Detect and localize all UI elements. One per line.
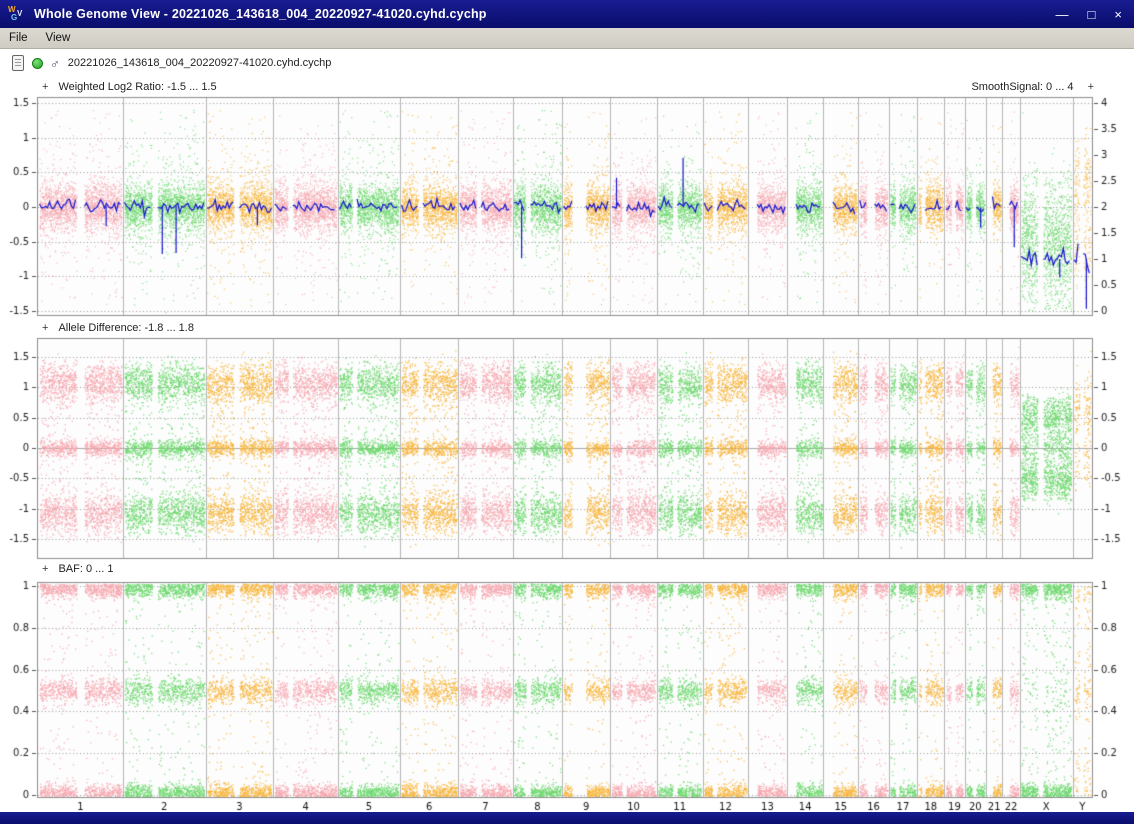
panel-title-log2: Weighted Log2 Ratio: -1.5 ... 1.5 (58, 81, 216, 93)
whole-genome-view-window: { "window": { "title": "Whole Genome Vie… (0, 0, 1134, 824)
title-bar: WGV Whole Genome View - 20221026_143618_… (0, 0, 1134, 28)
minimize-button[interactable]: — (1056, 8, 1069, 21)
panel-header-log2: + Weighted Log2 Ratio: -1.5 ... 1.5 Smoo… (38, 80, 1098, 94)
menu-file[interactable]: File (0, 30, 37, 46)
window-title: Whole Genome View - 20221026_143618_004_… (34, 7, 487, 21)
expand-log2-button[interactable]: + (38, 81, 52, 93)
expand-baf-button[interactable]: + (38, 563, 52, 575)
expand-smoothsignal-button[interactable]: + (1084, 81, 1098, 93)
panel-title-baf: BAF: 0 ... 1 (58, 563, 113, 575)
allele-difference-plot[interactable] (0, 336, 1134, 562)
maximize-button[interactable]: □ (1088, 8, 1096, 21)
baf-plot[interactable] (0, 576, 1134, 812)
menu-bar: File View (0, 28, 1134, 49)
close-button[interactable]: × (1114, 8, 1122, 21)
sample-filename: 20221026_143618_004_20220927-41020.cyhd.… (68, 57, 332, 69)
panel-header-smoothsignal: SmoothSignal: 0 ... 4 + (971, 81, 1098, 93)
panel-header-baf: + BAF: 0 ... 1 (38, 562, 1098, 576)
panel-title-smoothsignal: SmoothSignal: 0 ... 4 (971, 81, 1073, 93)
panel-header-log2-left: + Weighted Log2 Ratio: -1.5 ... 1.5 (38, 81, 217, 93)
app-logo-icon: WGV (8, 6, 25, 23)
panel-header-allele-difference: + Allele Difference: -1.8 ... 1.8 (38, 321, 1098, 335)
panel-header-ad-left: + Allele Difference: -1.8 ... 1.8 (38, 322, 194, 334)
panel-header-baf-left: + BAF: 0 ... 1 (38, 563, 113, 575)
sample-file-icon (12, 55, 24, 71)
file-bar: ♂ 20221026_143618_004_20220927-41020.cyh… (0, 49, 1134, 77)
male-symbol-icon: ♂ (50, 56, 60, 71)
qc-pass-icon (32, 58, 43, 69)
expand-allele-difference-button[interactable]: + (38, 322, 52, 334)
log2-ratio-plot[interactable] (0, 96, 1134, 318)
window-controls: — □ × (1056, 8, 1122, 21)
panel-title-allele-difference: Allele Difference: -1.8 ... 1.8 (58, 322, 194, 334)
menu-view[interactable]: View (37, 30, 80, 46)
status-bar (0, 812, 1134, 824)
